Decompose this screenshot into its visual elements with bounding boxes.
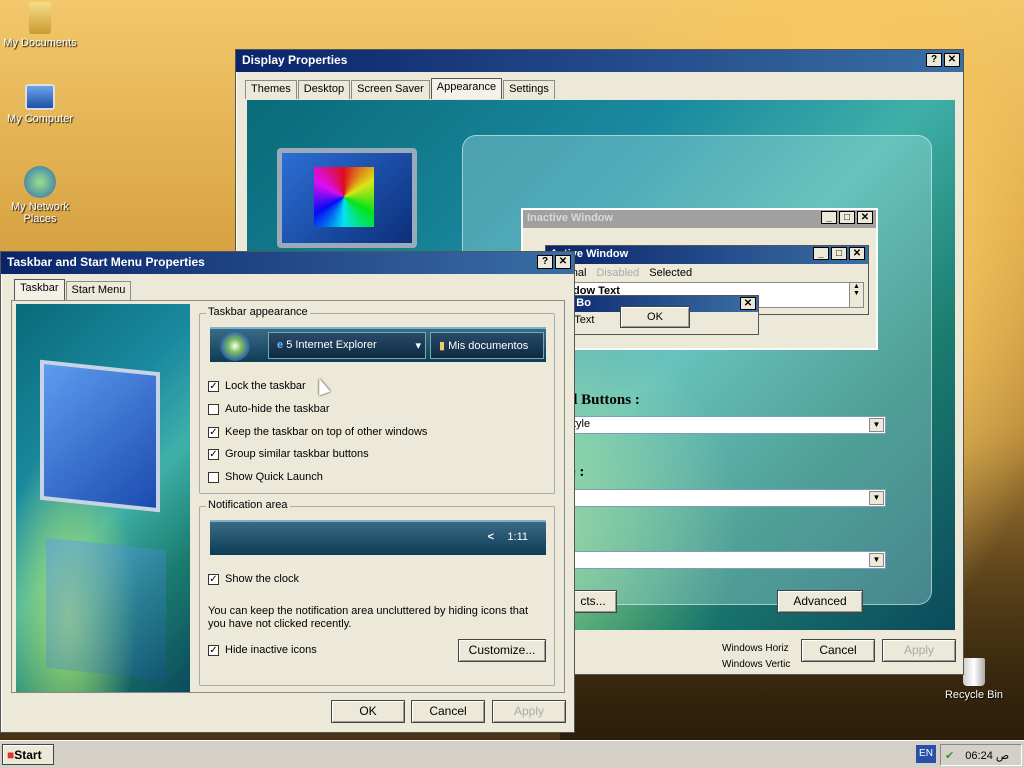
system-tray: ✔ 06:24 ص [940,744,1022,766]
tab-settings[interactable]: Settings [503,80,555,99]
taskbar-cancel-button[interactable]: Cancel [411,700,485,723]
taskbar-ok-button[interactable]: OK [331,700,405,723]
chevron-down-icon: ▼ [869,491,884,505]
advanced-button[interactable]: Advanced [777,590,863,613]
start-button[interactable]: ■Start [2,744,54,765]
quick-launch-checkbox[interactable]: Show Quick Launch [208,471,323,483]
taskbar-tabs: Taskbar Start Menu [14,279,132,300]
display-tabs: Themes Desktop Screen Saver Appearance S… [245,78,556,99]
taskbar-apply-button[interactable]: Apply [492,700,566,723]
close-button[interactable]: ✕ [944,53,960,67]
tab-appearance[interactable]: Appearance [430,78,503,99]
tab-screen-saver[interactable]: Screen Saver [351,80,430,99]
taskbar-tab-panel: Taskbar appearance e 5 Internet Explorer… [11,300,565,693]
notification-area-group: Notification area < 1:11 ✓ Show the clock… [199,499,555,686]
clock[interactable]: 06:24 ص [965,750,1009,762]
taskbar-properties-titlebar[interactable]: Taskbar and Start Menu Properties ? ✕ [1,252,574,274]
buttons-style-select[interactable]: tyle ▼ [569,416,886,434]
chevron-down-icon: ▼ [869,553,884,567]
effects-button[interactable]: cts... [569,590,617,613]
tab-start-menu[interactable]: Start Menu [65,281,132,300]
taskbar-appearance-group: Taskbar appearance e 5 Internet Explorer… [199,306,555,494]
system-taskbar: ■Start EN ✔ 06:24 ص [0,740,1024,768]
taskbar-properties-window: Taskbar and Start Menu Properties ? ✕ Ta… [0,251,575,733]
recycle-bin-icon [963,658,985,686]
computer-icon [25,84,55,110]
help-button[interactable]: ? [537,255,553,269]
chevron-down-icon: ▼ [869,418,884,432]
buttons-label: d Buttons : [569,392,640,408]
security-shield-icon[interactable]: ✔ [945,750,954,762]
auto-hide-checkbox[interactable]: Auto-hide the taskbar [208,403,330,415]
customize-button[interactable]: Customize... [458,639,546,662]
desktop-icon-my-documents[interactable]: My Documents [0,2,80,49]
keep-on-top-checkbox[interactable]: ✓ Keep the taskbar on top of other window… [208,426,427,438]
preview-ok-button: OK [620,306,690,328]
help-button[interactable]: ? [926,53,942,67]
tab-desktop[interactable]: Desktop [297,80,351,99]
taskbar-side-image [16,304,190,692]
group-buttons-checkbox[interactable]: ✓ Group similar taskbar buttons [208,448,369,460]
display-cancel-button[interactable]: Cancel [801,639,875,662]
language-indicator[interactable]: EN [916,745,936,763]
display-footer: Windows Horiz Windows Vertic [722,643,791,670]
desktop-icon-my-computer[interactable]: My Computer [0,84,80,125]
hide-inactive-checkbox[interactable]: ✓ Hide inactive icons [208,644,317,656]
tab-themes[interactable]: Themes [245,80,297,99]
monitor-icon [277,148,417,248]
network-icon [24,166,56,198]
tab-taskbar[interactable]: Taskbar [14,279,65,300]
display-properties-titlebar[interactable]: Display Properties ? ✕ [236,50,963,72]
close-button[interactable]: ✕ [555,255,571,269]
taskbar-preview: e 5 Internet Explorer ▾ ▮ Mis documentos [210,327,546,362]
ie-icon: e [277,339,287,351]
color-scheme-select[interactable]: ▼ [569,489,886,507]
font-size-select[interactable]: ▼ [569,551,886,569]
start-orb-icon [220,331,250,361]
chevron-left-icon: < [487,531,494,543]
notification-preview: < 1:11 [210,520,546,555]
display-apply-button[interactable]: Apply [882,639,956,662]
folder-icon [29,2,51,34]
lock-taskbar-checkbox[interactable]: ✓ Lock the taskbar [208,380,306,392]
show-clock-checkbox[interactable]: ✓ Show the clock [208,573,299,585]
notification-description: You can keep the notification area unclu… [208,605,529,630]
desktop-icon-my-network-places[interactable]: My Network Places [0,166,80,225]
folder-icon: ▮ [439,340,449,352]
